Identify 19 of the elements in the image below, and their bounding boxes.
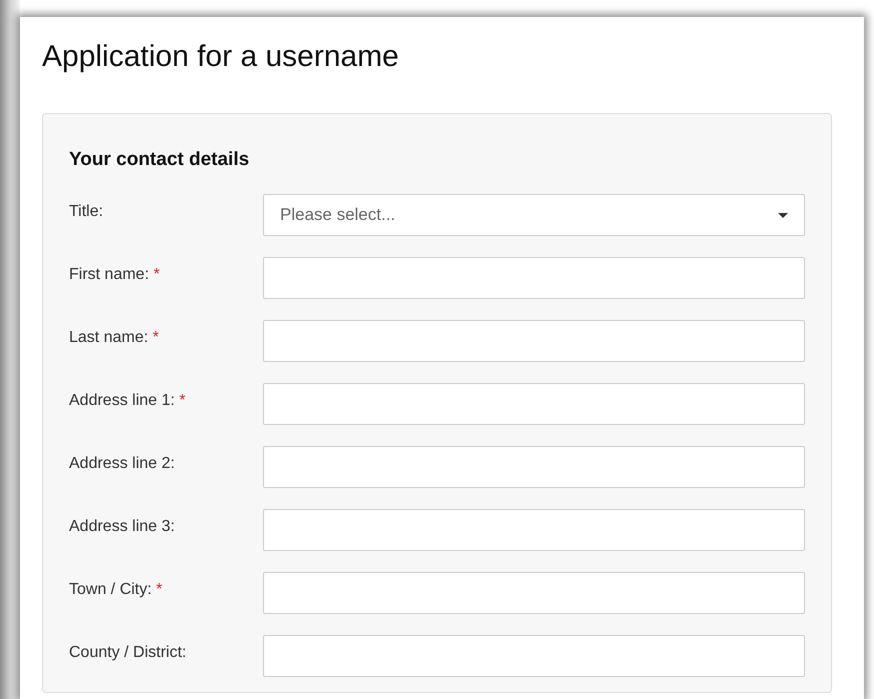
caret-icon xyxy=(778,212,788,218)
input-field[interactable] xyxy=(263,572,805,614)
field-label: First name: * xyxy=(69,265,161,285)
field-label: County / District: xyxy=(69,643,188,663)
section-heading: Your contact details xyxy=(69,148,250,172)
field-label: Address line 1: * xyxy=(69,391,187,411)
input-field[interactable] xyxy=(263,383,805,425)
field-label: Last name: * xyxy=(69,328,160,348)
input-field[interactable] xyxy=(263,446,805,488)
field-label: Address line 2: xyxy=(69,454,176,474)
input-field[interactable] xyxy=(263,509,805,551)
input-field[interactable] xyxy=(263,635,805,677)
field-label: Title: xyxy=(69,202,104,222)
input-field[interactable] xyxy=(263,320,805,362)
select-field[interactable]: Please select... xyxy=(263,194,805,236)
field-label: Town / City: * xyxy=(69,580,164,600)
field-label: Address line 3: xyxy=(69,517,176,537)
input-field[interactable] xyxy=(263,257,805,299)
page-title: Application for a username xyxy=(42,39,400,75)
